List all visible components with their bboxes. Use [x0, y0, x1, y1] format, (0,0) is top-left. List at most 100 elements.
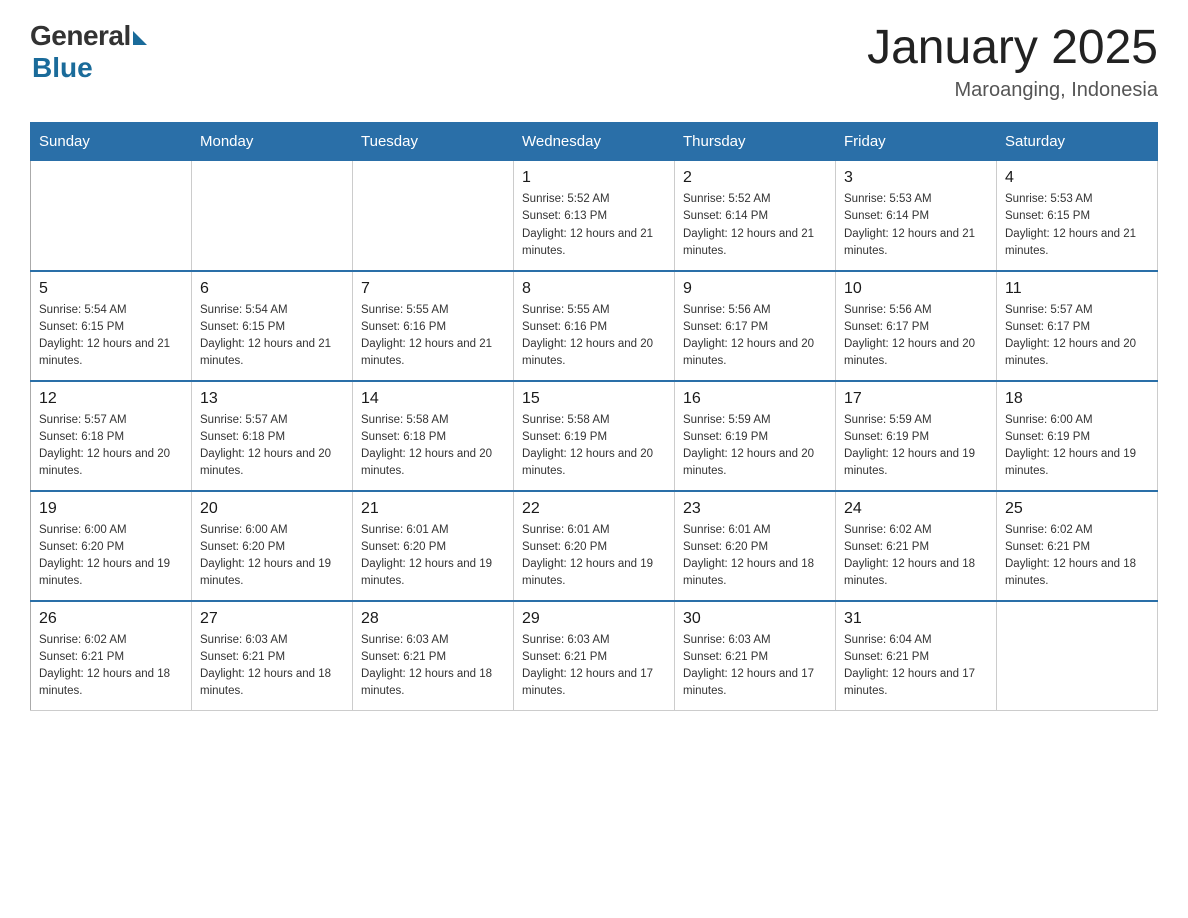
day-number: 10: [844, 280, 988, 298]
day-info: Sunrise: 5:58 AM Sunset: 6:18 PM Dayligh…: [361, 412, 505, 481]
calendar-cell: [192, 161, 353, 271]
day-info: Sunrise: 5:54 AM Sunset: 6:15 PM Dayligh…: [200, 302, 344, 371]
day-number: 28: [361, 610, 505, 628]
day-info: Sunrise: 6:01 AM Sunset: 6:20 PM Dayligh…: [522, 522, 666, 591]
day-number: 8: [522, 280, 666, 298]
day-info: Sunrise: 6:01 AM Sunset: 6:20 PM Dayligh…: [683, 522, 827, 591]
calendar-cell: 5Sunrise: 5:54 AM Sunset: 6:15 PM Daylig…: [31, 271, 192, 381]
calendar-cell: 4Sunrise: 5:53 AM Sunset: 6:15 PM Daylig…: [997, 161, 1158, 271]
calendar-cell: 20 Sunrise: 6:00 AM Sunset: 6:20 PM Dayli…: [192, 491, 353, 601]
day-number: 4: [1005, 169, 1149, 187]
logo: General Blue: [30, 20, 147, 84]
day-number: 18: [1005, 390, 1149, 408]
day-number: 15: [522, 390, 666, 408]
day-info: Sunrise: 5:59 AM Sunset: 6:19 PM Dayligh…: [844, 412, 988, 481]
day-number: 14: [361, 390, 505, 408]
day-info: Sunrise: 6:00 AM Sunset: 6:19 PM Dayligh…: [1005, 412, 1149, 481]
calendar-cell: 8 Sunrise: 5:55 AM Sunset: 6:16 PM Daylig…: [514, 271, 675, 381]
day-number: 7: [361, 280, 505, 298]
day-number: 11: [1005, 280, 1149, 298]
calendar-cell: 2 Sunrise: 5:52 AM Sunset: 6:14 PM Daylig…: [675, 161, 836, 271]
calendar-cell: 28 Sunrise: 6:03 AM Sunset: 6:21 PM Dayli…: [353, 601, 514, 711]
calendar-title: January 2025: [867, 20, 1158, 75]
page-header: General Blue January 2025 Maroanging, In…: [30, 20, 1158, 102]
calendar-cell: [31, 161, 192, 271]
logo-triangle-icon: [133, 31, 147, 45]
day-number: 27: [200, 610, 344, 628]
calendar-cell: 3Sunrise: 5:53 AM Sunset: 6:14 PM Daylig…: [836, 161, 997, 271]
calendar-cell: 31Sunrise: 6:04 AM Sunset: 6:21 PM Dayli…: [836, 601, 997, 711]
day-info: Sunrise: 5:56 AM Sunset: 6:17 PM Dayligh…: [844, 302, 988, 371]
calendar-cell: 13Sunrise: 5:57 AM Sunset: 6:18 PM Dayli…: [192, 381, 353, 491]
title-section: January 2025 Maroanging, Indonesia: [867, 20, 1158, 102]
day-info: Sunrise: 5:59 AM Sunset: 6:19 PM Dayligh…: [683, 412, 827, 481]
day-number: 31: [844, 610, 988, 628]
week-row-3: 12 Sunrise: 5:57 AM Sunset: 6:18 PM Dayli…: [31, 381, 1158, 491]
calendar-cell: 22Sunrise: 6:01 AM Sunset: 6:20 PM Dayli…: [514, 491, 675, 601]
day-info: Sunrise: 5:52 AM Sunset: 6:14 PM Dayligh…: [683, 191, 827, 260]
week-row-1: 1 Sunrise: 5:52 AM Sunset: 6:13 PM Daylig…: [31, 161, 1158, 271]
calendar-cell: 26 Sunrise: 6:02 AM Sunset: 6:21 PM Dayli…: [31, 601, 192, 711]
day-info: Sunrise: 5:57 AM Sunset: 6:18 PM Dayligh…: [39, 412, 183, 481]
week-row-5: 26 Sunrise: 6:02 AM Sunset: 6:21 PM Dayli…: [31, 601, 1158, 711]
day-info: Sunrise: 5:57 AM Sunset: 6:17 PM Dayligh…: [1005, 302, 1149, 371]
calendar-cell: 25Sunrise: 6:02 AM Sunset: 6:21 PM Dayli…: [997, 491, 1158, 601]
calendar-cell: 19 Sunrise: 6:00 AM Sunset: 6:20 PM Dayli…: [31, 491, 192, 601]
day-number: 20: [200, 500, 344, 518]
calendar-cell: 12 Sunrise: 5:57 AM Sunset: 6:18 PM Dayli…: [31, 381, 192, 491]
day-number: 1: [522, 169, 666, 187]
day-number: 17: [844, 390, 988, 408]
day-number: 2: [683, 169, 827, 187]
week-row-2: 5 Sunrise: 5:54 AM Sunset: 6:15 PM Daylig…: [31, 271, 1158, 381]
weekday-header-saturday: Saturday: [997, 123, 1158, 161]
calendar-cell: 11 Sunrise: 5:57 AM Sunset: 6:17 PM Dayli…: [997, 271, 1158, 381]
day-number: 19: [39, 500, 183, 518]
day-number: 21: [361, 500, 505, 518]
calendar-cell: 9Sunrise: 5:56 AM Sunset: 6:17 PM Daylig…: [675, 271, 836, 381]
calendar-cell: 16 Sunrise: 5:59 AM Sunset: 6:19 PM Dayli…: [675, 381, 836, 491]
calendar-cell: 23Sunrise: 6:01 AM Sunset: 6:20 PM Dayli…: [675, 491, 836, 601]
weekday-header-monday: Monday: [192, 123, 353, 161]
calendar-cell: 14 Sunrise: 5:58 AM Sunset: 6:18 PM Dayli…: [353, 381, 514, 491]
calendar-cell: 30Sunrise: 6:03 AM Sunset: 6:21 PM Dayli…: [675, 601, 836, 711]
day-info: Sunrise: 6:02 AM Sunset: 6:21 PM Dayligh…: [1005, 522, 1149, 591]
calendar-cell: 1 Sunrise: 5:52 AM Sunset: 6:13 PM Daylig…: [514, 161, 675, 271]
day-number: 26: [39, 610, 183, 628]
day-info: Sunrise: 6:02 AM Sunset: 6:21 PM Dayligh…: [39, 632, 183, 701]
day-number: 30: [683, 610, 827, 628]
logo-blue-text: Blue: [32, 52, 93, 84]
weekday-header-tuesday: Tuesday: [353, 123, 514, 161]
day-info: Sunrise: 6:02 AM Sunset: 6:21 PM Dayligh…: [844, 522, 988, 591]
day-info: Sunrise: 6:03 AM Sunset: 6:21 PM Dayligh…: [361, 632, 505, 701]
calendar-cell: 24 Sunrise: 6:02 AM Sunset: 6:21 PM Dayli…: [836, 491, 997, 601]
calendar-cell: [997, 601, 1158, 711]
day-number: 6: [200, 280, 344, 298]
day-info: Sunrise: 5:55 AM Sunset: 6:16 PM Dayligh…: [522, 302, 666, 371]
day-info: Sunrise: 5:58 AM Sunset: 6:19 PM Dayligh…: [522, 412, 666, 481]
day-info: Sunrise: 5:52 AM Sunset: 6:13 PM Dayligh…: [522, 191, 666, 260]
calendar-cell: [353, 161, 514, 271]
day-info: Sunrise: 6:00 AM Sunset: 6:20 PM Dayligh…: [200, 522, 344, 591]
calendar-cell: 27 Sunrise: 6:03 AM Sunset: 6:21 PM Dayli…: [192, 601, 353, 711]
weekday-header-sunday: Sunday: [31, 123, 192, 161]
calendar-cell: 21 Sunrise: 6:01 AM Sunset: 6:20 PM Dayli…: [353, 491, 514, 601]
day-info: Sunrise: 6:00 AM Sunset: 6:20 PM Dayligh…: [39, 522, 183, 591]
weekday-header-friday: Friday: [836, 123, 997, 161]
day-number: 16: [683, 390, 827, 408]
calendar-cell: 29Sunrise: 6:03 AM Sunset: 6:21 PM Dayli…: [514, 601, 675, 711]
weekday-header-thursday: Thursday: [675, 123, 836, 161]
calendar-cell: 17 Sunrise: 5:59 AM Sunset: 6:19 PM Dayli…: [836, 381, 997, 491]
day-number: 12: [39, 390, 183, 408]
day-info: Sunrise: 6:01 AM Sunset: 6:20 PM Dayligh…: [361, 522, 505, 591]
day-number: 3: [844, 169, 988, 187]
day-number: 5: [39, 280, 183, 298]
weekday-header-wednesday: Wednesday: [514, 123, 675, 161]
calendar-table: SundayMondayTuesdayWednesdayThursdayFrid…: [30, 122, 1158, 711]
day-number: 29: [522, 610, 666, 628]
weekday-header-row: SundayMondayTuesdayWednesdayThursdayFrid…: [31, 123, 1158, 161]
day-info: Sunrise: 5:56 AM Sunset: 6:17 PM Dayligh…: [683, 302, 827, 371]
day-number: 24: [844, 500, 988, 518]
day-info: Sunrise: 6:03 AM Sunset: 6:21 PM Dayligh…: [200, 632, 344, 701]
week-row-4: 19 Sunrise: 6:00 AM Sunset: 6:20 PM Dayli…: [31, 491, 1158, 601]
calendar-cell: 7Sunrise: 5:55 AM Sunset: 6:16 PM Daylig…: [353, 271, 514, 381]
